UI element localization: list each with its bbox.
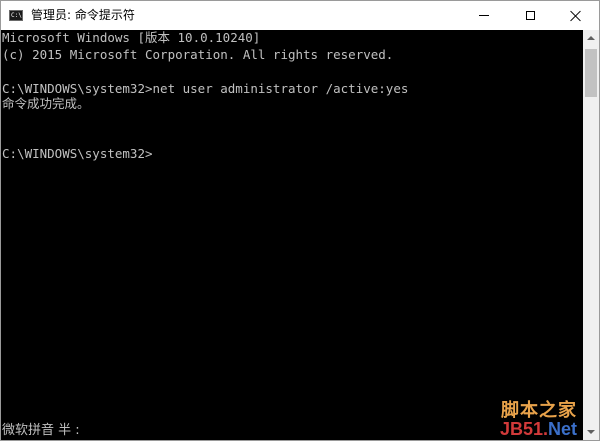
watermark-top: 脚本之家 (501, 400, 577, 421)
title-bar[interactable]: C:\ 管理员: 命令提示符 (1, 1, 599, 30)
arrow-up-icon (587, 36, 595, 40)
cmd-window: C:\ 管理员: 命令提示符 Microsoft Windows [版本 10.… (0, 0, 600, 441)
arrow-down-icon (587, 430, 595, 434)
console-line: 命令成功完成。 (2, 96, 90, 111)
minimize-button[interactable] (461, 1, 507, 30)
cmd-icon[interactable]: C:\ (9, 10, 23, 21)
watermark-tld: Net (547, 419, 577, 439)
console-prompt[interactable]: C:\WINDOWS\system32> (2, 146, 153, 162)
ime-status: 微软拼音 半 : (2, 423, 80, 438)
watermark-site-name: JB51 (499, 419, 543, 439)
scroll-down-button[interactable] (583, 424, 599, 440)
console-line: C:\WINDOWS\system32>net user administrat… (2, 81, 409, 96)
minimize-icon (479, 15, 489, 16)
watermark-site: JB51.Net (500, 420, 577, 438)
console-line: (c) 2015 Microsoft Corporation. All righ… (2, 47, 394, 62)
vertical-scrollbar[interactable] (583, 30, 599, 440)
cmd-icon-glyph: C:\ (11, 12, 22, 19)
close-icon (570, 10, 582, 22)
scroll-up-button[interactable] (583, 30, 599, 46)
scroll-thumb[interactable] (585, 49, 597, 97)
console-output[interactable]: Microsoft Windows [版本 10.0.10240] (c) 20… (1, 30, 583, 440)
maximize-icon (525, 11, 535, 20)
window-title: 管理员: 命令提示符 (31, 8, 135, 22)
site-watermark: 脚本之家 JB51.Net (500, 400, 577, 439)
close-button[interactable] (553, 1, 599, 30)
maximize-button[interactable] (507, 1, 553, 30)
console-line: Microsoft Windows [版本 10.0.10240] (2, 30, 261, 45)
